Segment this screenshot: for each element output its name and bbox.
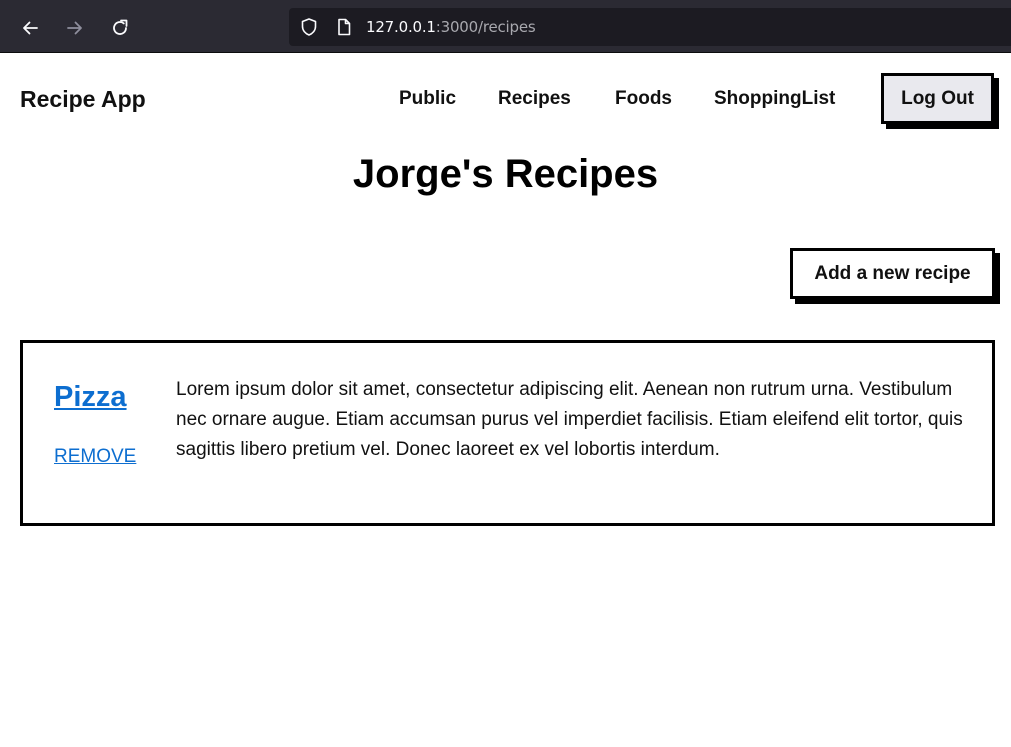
nav-link-recipes[interactable]: Recipes [498,88,571,110]
shield-icon[interactable] [299,17,319,37]
app-brand[interactable]: Recipe App [20,86,146,113]
recipe-name-link[interactable]: Pizza [54,381,127,414]
recipe-description: Lorem ipsum dolor sit amet, consectetur … [176,379,963,460]
arrow-left-icon [23,21,38,35]
page-icon[interactable] [334,17,354,37]
logout-button[interactable]: Log Out [881,73,994,124]
arrow-right-icon [67,21,82,35]
remove-recipe-link[interactable]: REMOVE [54,446,136,468]
reload-button[interactable] [105,13,135,43]
page-title: Jorge's Recipes [352,152,659,196]
recipe-card: Pizza REMOVE Lorem ipsum dolor sit amet,… [20,340,995,526]
reload-icon [113,19,128,35]
nav-link-foods[interactable]: Foods [615,88,672,110]
back-button[interactable] [15,13,45,43]
url-host: 127.0.0.1 [366,18,436,36]
address-bar[interactable]: 127.0.0.1:3000/recipes [289,8,1011,46]
browser-toolbar: 127.0.0.1:3000/recipes [0,0,1011,53]
add-recipe-button[interactable]: Add a new recipe [790,248,995,299]
nav-link-shopping-list[interactable]: ShoppingList [714,88,835,110]
url-text[interactable]: 127.0.0.1:3000/recipes [366,18,536,36]
nav-link-public[interactable]: Public [399,88,456,110]
url-path: :3000/recipes [435,18,536,36]
forward-button[interactable] [60,13,90,43]
